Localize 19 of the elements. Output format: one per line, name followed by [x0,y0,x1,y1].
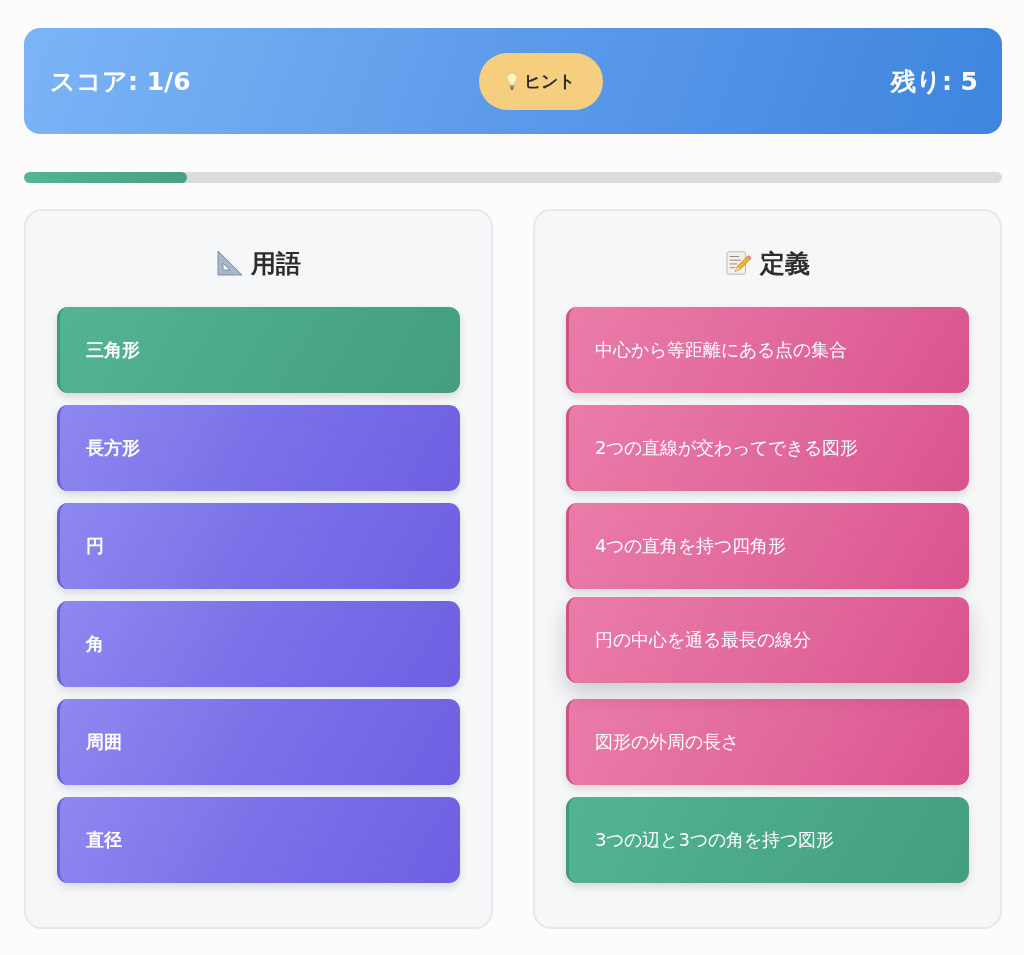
definition-card[interactable]: 3つの辺と3つの角を持つ図形 [566,797,969,883]
memo-pencil-icon [725,250,752,276]
light-bulb-icon [506,72,517,90]
term-card[interactable]: 周囲 [57,699,460,785]
definition-card[interactable]: 円の中心を通る最長の線分 [566,597,969,683]
hint-button[interactable]: ヒント [478,52,603,110]
panel-title: 定義 [759,247,810,280]
term-card[interactable]: 三角形 [57,307,460,393]
definition-card[interactable]: 2つの直線が交わってできる図形 [566,405,969,491]
term-card[interactable]: 長方形 [57,405,460,491]
term-card[interactable]: 角 [57,601,460,687]
score-text: スコア: 1/6 [50,65,191,98]
term-card[interactable]: 直径 [57,797,460,883]
definition-card[interactable]: 図形の外周の長さ [566,699,969,785]
panel-title: 用語 [250,247,301,280]
definition-card[interactable]: 中心から等距離にある点の集合 [566,307,969,393]
definition-card[interactable]: 4つの直角を持つ四角形 [566,503,969,589]
term-card[interactable]: 円 [57,503,460,589]
remaining-count: 残り: 5 [890,65,978,98]
